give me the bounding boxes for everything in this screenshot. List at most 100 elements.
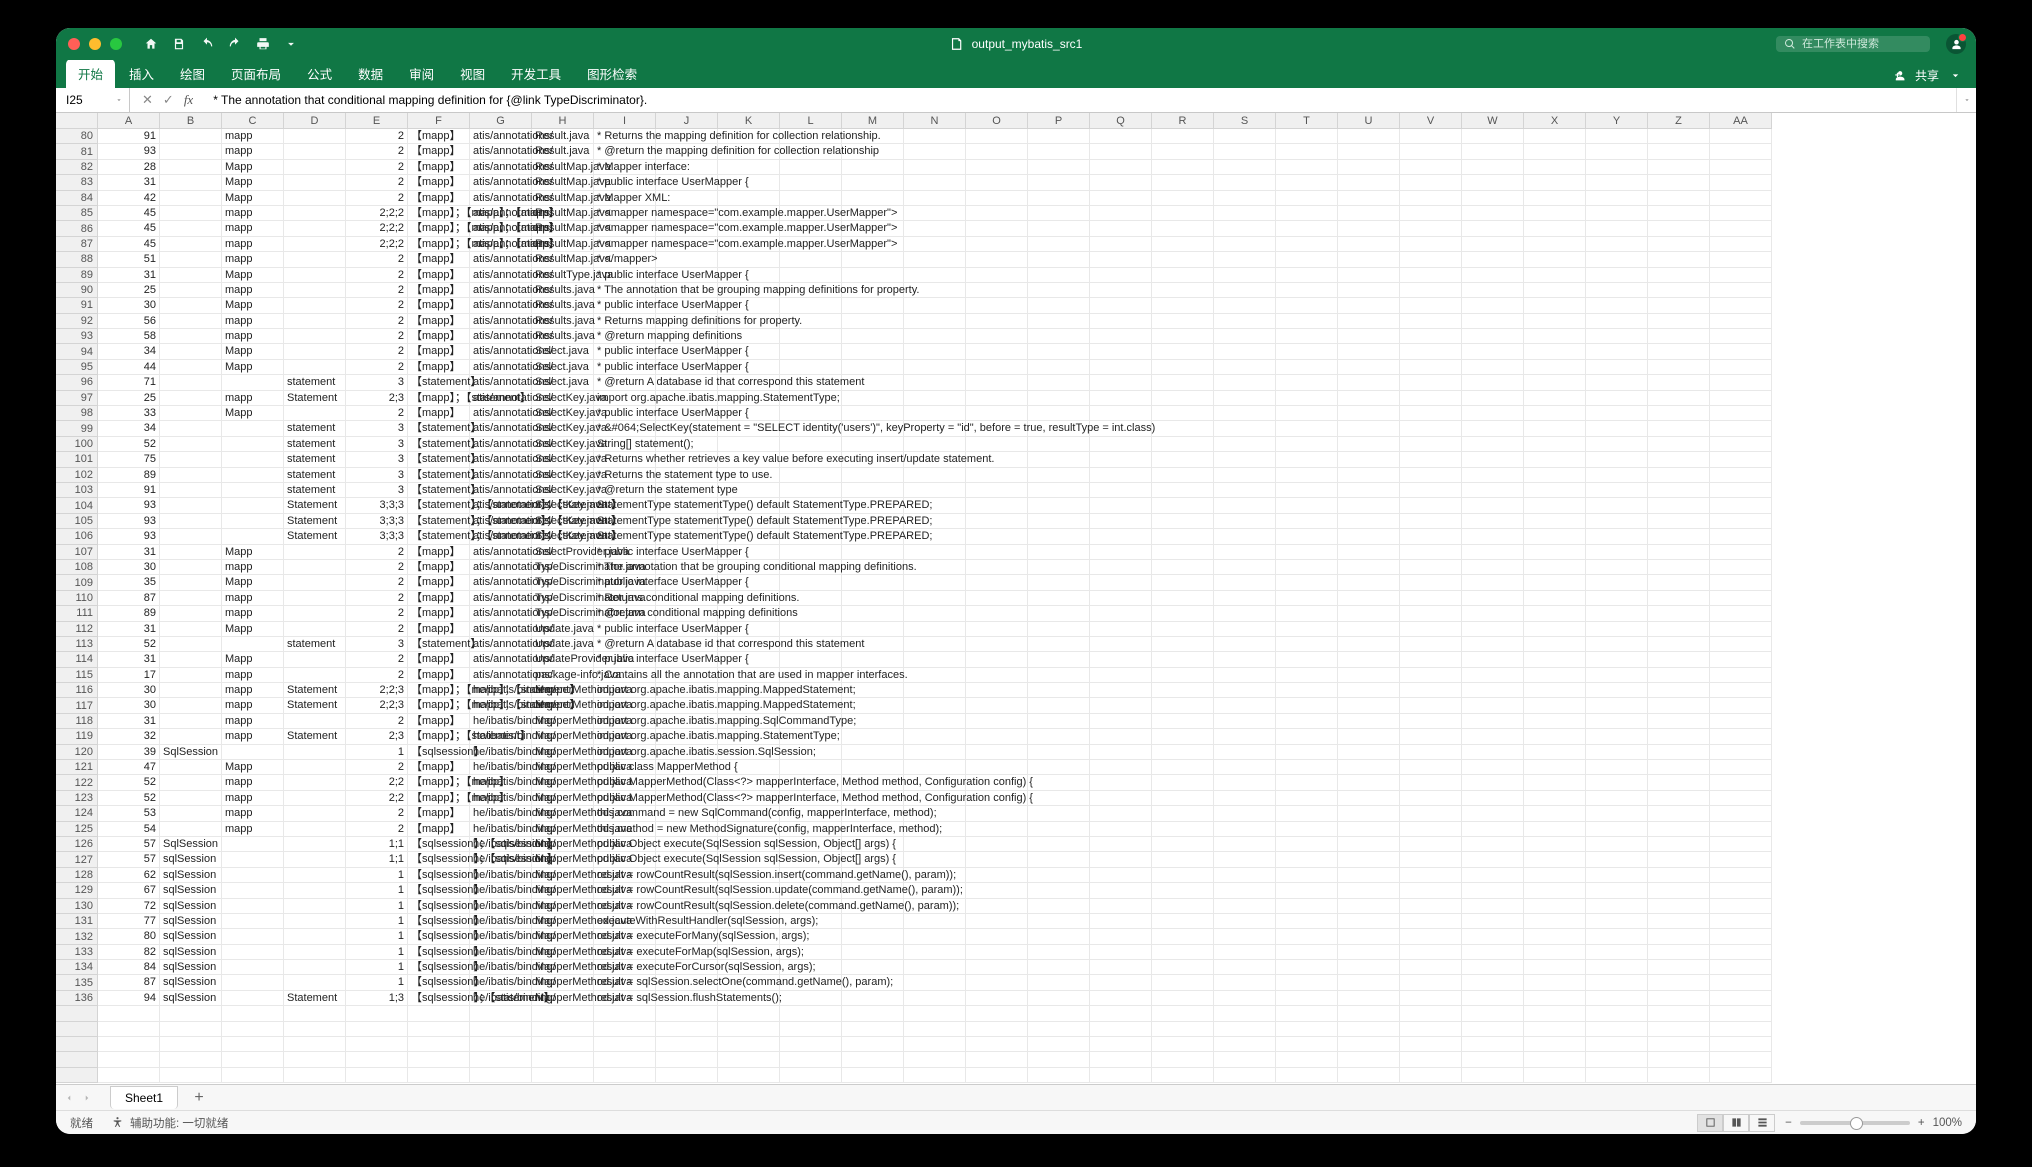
cell[interactable] bbox=[966, 498, 1028, 513]
cell[interactable]: 2 bbox=[346, 191, 408, 206]
cell[interactable] bbox=[780, 575, 842, 590]
cell[interactable] bbox=[1276, 483, 1338, 498]
column-header[interactable]: G bbox=[470, 113, 532, 129]
cell[interactable]: Statement bbox=[284, 391, 346, 406]
cell[interactable] bbox=[904, 975, 966, 990]
cell[interactable]: 72 bbox=[98, 899, 160, 914]
cell[interactable] bbox=[1648, 545, 1710, 560]
cell[interactable] bbox=[1400, 637, 1462, 652]
cell[interactable] bbox=[1214, 683, 1276, 698]
cell[interactable] bbox=[284, 298, 346, 313]
cell[interactable] bbox=[904, 591, 966, 606]
cell[interactable]: he/ibatis/binding/ bbox=[470, 745, 532, 760]
cell[interactable] bbox=[1400, 622, 1462, 637]
cell[interactable] bbox=[1648, 883, 1710, 898]
cell[interactable] bbox=[966, 945, 1028, 960]
cell[interactable] bbox=[1586, 806, 1648, 821]
cell[interactable]: import org.apache.ibatis.mapping.SqlComm… bbox=[594, 714, 656, 729]
ribbon-tab[interactable]: 图形检索 bbox=[575, 59, 649, 88]
cell[interactable] bbox=[1090, 329, 1152, 344]
cell[interactable] bbox=[780, 298, 842, 313]
cell[interactable] bbox=[1152, 252, 1214, 267]
cell[interactable] bbox=[1152, 268, 1214, 283]
cell[interactable] bbox=[222, 437, 284, 452]
cell[interactable]: ResultMap.java bbox=[532, 160, 594, 175]
cell[interactable] bbox=[1524, 806, 1586, 821]
cell[interactable]: * <mapper namespace="com.example.mapper.… bbox=[594, 221, 656, 236]
cell[interactable]: 【mapp】 bbox=[408, 191, 470, 206]
cell[interactable] bbox=[1028, 545, 1090, 560]
cell[interactable] bbox=[1586, 452, 1648, 467]
cell[interactable] bbox=[1462, 975, 1524, 990]
column-header[interactable]: K bbox=[718, 113, 780, 129]
cell[interactable] bbox=[1090, 391, 1152, 406]
cell[interactable]: MapperMethod.java bbox=[532, 852, 594, 867]
cell[interactable]: he/ibatis/binding/ bbox=[470, 914, 532, 929]
cell[interactable] bbox=[966, 283, 1028, 298]
cell[interactable] bbox=[1400, 652, 1462, 667]
sheet-next-icon[interactable] bbox=[82, 1093, 92, 1103]
cell[interactable] bbox=[1152, 822, 1214, 837]
cell[interactable] bbox=[1462, 191, 1524, 206]
cell[interactable] bbox=[1648, 760, 1710, 775]
cell[interactable] bbox=[966, 298, 1028, 313]
cell[interactable] bbox=[904, 129, 966, 144]
cell[interactable] bbox=[1276, 452, 1338, 467]
cell[interactable] bbox=[1028, 160, 1090, 175]
cell[interactable] bbox=[1214, 360, 1276, 375]
cell[interactable] bbox=[966, 622, 1028, 637]
cell[interactable] bbox=[222, 868, 284, 883]
cell[interactable] bbox=[284, 914, 346, 929]
cell[interactable] bbox=[1586, 160, 1648, 175]
cell[interactable] bbox=[1400, 852, 1462, 867]
cell[interactable] bbox=[1710, 129, 1772, 144]
cell[interactable]: he/ibatis/binding/ bbox=[470, 698, 532, 713]
cell[interactable]: 93 bbox=[98, 498, 160, 513]
cell[interactable] bbox=[1276, 852, 1338, 867]
cell[interactable]: sqlSession bbox=[160, 899, 222, 914]
cell[interactable]: atis/annotations/ bbox=[470, 606, 532, 621]
cell[interactable] bbox=[1400, 545, 1462, 560]
cell[interactable]: 2 bbox=[346, 714, 408, 729]
cell[interactable]: 【mapp】；【mapp】 bbox=[408, 791, 470, 806]
cell[interactable] bbox=[1710, 714, 1772, 729]
row-header[interactable]: 118 bbox=[56, 714, 98, 729]
cell[interactable]: 45 bbox=[98, 221, 160, 236]
cell[interactable] bbox=[1524, 960, 1586, 975]
cell[interactable] bbox=[1090, 406, 1152, 421]
cell[interactable]: * public interface UserMapper { bbox=[594, 406, 656, 421]
cell[interactable]: atis/annotations/ bbox=[470, 237, 532, 252]
cell[interactable] bbox=[1462, 375, 1524, 390]
cell[interactable] bbox=[1524, 206, 1586, 221]
cell[interactable] bbox=[966, 683, 1028, 698]
cell[interactable] bbox=[1028, 375, 1090, 390]
cell[interactable] bbox=[1276, 406, 1338, 421]
cell[interactable] bbox=[1214, 329, 1276, 344]
cell[interactable] bbox=[1028, 745, 1090, 760]
cell[interactable]: import org.apache.ibatis.mapping.MappedS… bbox=[594, 698, 656, 713]
cell[interactable]: MapperMethod.java bbox=[532, 991, 594, 1006]
cell[interactable] bbox=[222, 375, 284, 390]
cell[interactable]: he/ibatis/binding/ bbox=[470, 775, 532, 790]
cell[interactable] bbox=[1648, 252, 1710, 267]
cell[interactable]: 34 bbox=[98, 344, 160, 359]
cell[interactable] bbox=[160, 468, 222, 483]
cell[interactable] bbox=[1524, 421, 1586, 436]
cell[interactable]: 【mapp】 bbox=[408, 283, 470, 298]
cell[interactable] bbox=[1400, 683, 1462, 698]
cell[interactable] bbox=[284, 960, 346, 975]
cell[interactable] bbox=[1524, 975, 1586, 990]
cell[interactable] bbox=[1648, 314, 1710, 329]
cell[interactable] bbox=[284, 160, 346, 175]
cell[interactable] bbox=[718, 160, 780, 175]
cell[interactable]: 3 bbox=[346, 483, 408, 498]
cell[interactable] bbox=[1648, 960, 1710, 975]
cell[interactable] bbox=[284, 945, 346, 960]
cell[interactable]: atis/annotations/ bbox=[470, 575, 532, 590]
cell[interactable] bbox=[284, 622, 346, 637]
cell[interactable] bbox=[1462, 437, 1524, 452]
cell[interactable] bbox=[1586, 698, 1648, 713]
cell[interactable] bbox=[1152, 206, 1214, 221]
cell[interactable]: atis/annotations/ bbox=[470, 545, 532, 560]
cell[interactable]: 3 bbox=[346, 637, 408, 652]
